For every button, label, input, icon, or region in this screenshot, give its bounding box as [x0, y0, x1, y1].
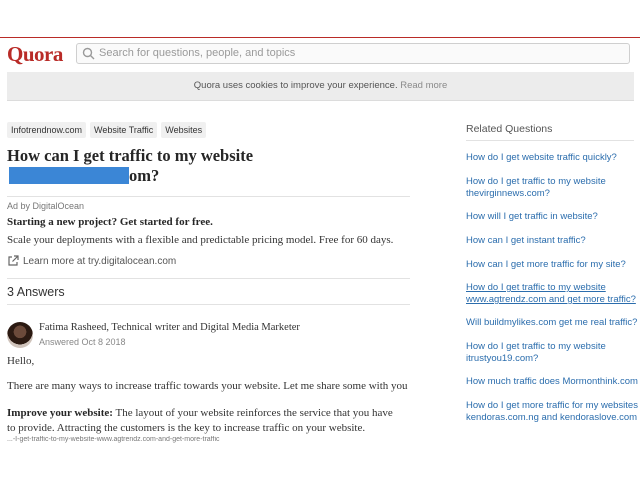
related-question-text: thevirginnews.com?: [466, 188, 550, 199]
answer-paragraph: to provide. Attracting the customers is …: [7, 422, 366, 434]
answer-greeting: Hello,: [7, 355, 35, 367]
related-questions-title: Related Questions: [466, 123, 553, 135]
header-accent-line: [0, 37, 640, 38]
related-question-text: How much traffic does Mormonthink.com: [466, 376, 638, 387]
answer-paragraph: There are many ways to increase traffic …: [7, 380, 408, 392]
answer-bold-heading: Improve your website:: [7, 407, 113, 419]
ad-headline[interactable]: Starting a new project? Get started for …: [7, 216, 213, 228]
divider: [466, 140, 634, 141]
related-question-link[interactable]: Will buildmylikes.com get me real traffi…: [466, 317, 638, 329]
related-question-link[interactable]: How can I get instant traffic?: [466, 235, 638, 247]
external-link-icon: [8, 255, 19, 266]
topic-list: Infotrendnow.com Website Traffic Website…: [7, 122, 207, 138]
search-placeholder: Search for questions, people, and topics: [99, 47, 296, 59]
search-icon: [82, 47, 95, 60]
related-question-text: How do I get traffic to my website: [466, 176, 606, 187]
answers-count: 3 Answers: [7, 285, 65, 299]
related-question-link[interactable]: How much traffic does Mormonthink.com: [466, 376, 638, 388]
status-url: ...-I-get-traffic-to-my-website-www.agtr…: [7, 436, 220, 443]
ad-link-text: Learn more at try.digitalocean.com: [23, 255, 177, 267]
answer-paragraph: Improve your website: The layout of your…: [7, 407, 393, 419]
search-input[interactable]: Search for questions, people, and topics: [76, 43, 630, 64]
redaction-block: [9, 167, 129, 184]
related-question-link[interactable]: How can I get more traffic for my site?: [466, 259, 638, 271]
related-question-text: itrustyou19.com?: [466, 353, 539, 364]
related-question-link[interactable]: How do I get more traffic for my website…: [466, 400, 638, 424]
divider: [7, 196, 410, 197]
ad-body: Scale your deployments with a flexible a…: [7, 234, 394, 246]
cookie-banner: Quora uses cookies to improve your exper…: [7, 72, 634, 101]
avatar[interactable]: [7, 322, 33, 348]
related-question-text: Will buildmylikes.com get me real traffi…: [466, 317, 638, 328]
related-question-text: How do I get traffic to my website: [466, 282, 606, 293]
topic-tag[interactable]: Infotrendnow.com: [7, 122, 87, 138]
question-title-line1: How can I get traffic to my website: [7, 146, 254, 165]
related-question-text: kendoras.com.ng and kendoraslove.com: [466, 412, 638, 423]
related-question-link[interactable]: How do I get traffic to my website itrus…: [466, 341, 638, 365]
question-title: How can I get traffic to my website om?: [7, 146, 307, 186]
related-question-link[interactable]: How do I get traffic to my website thevi…: [466, 176, 638, 200]
related-question-link[interactable]: How do I get website traffic quickly?: [466, 152, 638, 164]
answer-text: The layout of your website reinforces th…: [112, 407, 393, 419]
cookie-text: Quora uses cookies to improve your exper…: [193, 80, 398, 91]
divider: [7, 278, 410, 279]
cookie-read-more-link[interactable]: Read more: [400, 80, 447, 91]
related-question-text: How do I get more traffic for my website…: [466, 400, 638, 411]
related-question-text: www.agtrendz.com and get more traffic?: [466, 294, 636, 305]
related-question-text: How do I get website traffic quickly?: [466, 152, 617, 163]
topic-tag[interactable]: Websites: [161, 122, 207, 138]
related-question-text: How do I get traffic to my website: [466, 341, 606, 352]
quora-logo[interactable]: Quora: [7, 42, 63, 67]
topic-tag[interactable]: Website Traffic: [90, 122, 158, 138]
ad-label: Ad by DigitalOcean: [7, 201, 85, 211]
related-question-link[interactable]: How will I get traffic in website?: [466, 211, 638, 223]
answer-date[interactable]: Answered Oct 8 2018: [39, 337, 126, 347]
related-question-text: How can I get more traffic for my site?: [466, 259, 626, 270]
ad-learn-more-link[interactable]: Learn more at try.digitalocean.com: [7, 255, 176, 267]
answer-author[interactable]: Fatima Rasheed, Technical writer and Dig…: [39, 322, 300, 333]
question-title-suffix: om?: [129, 166, 160, 185]
related-question-link[interactable]: How do I get traffic to my website www.a…: [466, 282, 638, 306]
divider: [7, 304, 410, 305]
related-question-text: How will I get traffic in website?: [466, 211, 598, 222]
related-question-text: How can I get instant traffic?: [466, 235, 586, 246]
